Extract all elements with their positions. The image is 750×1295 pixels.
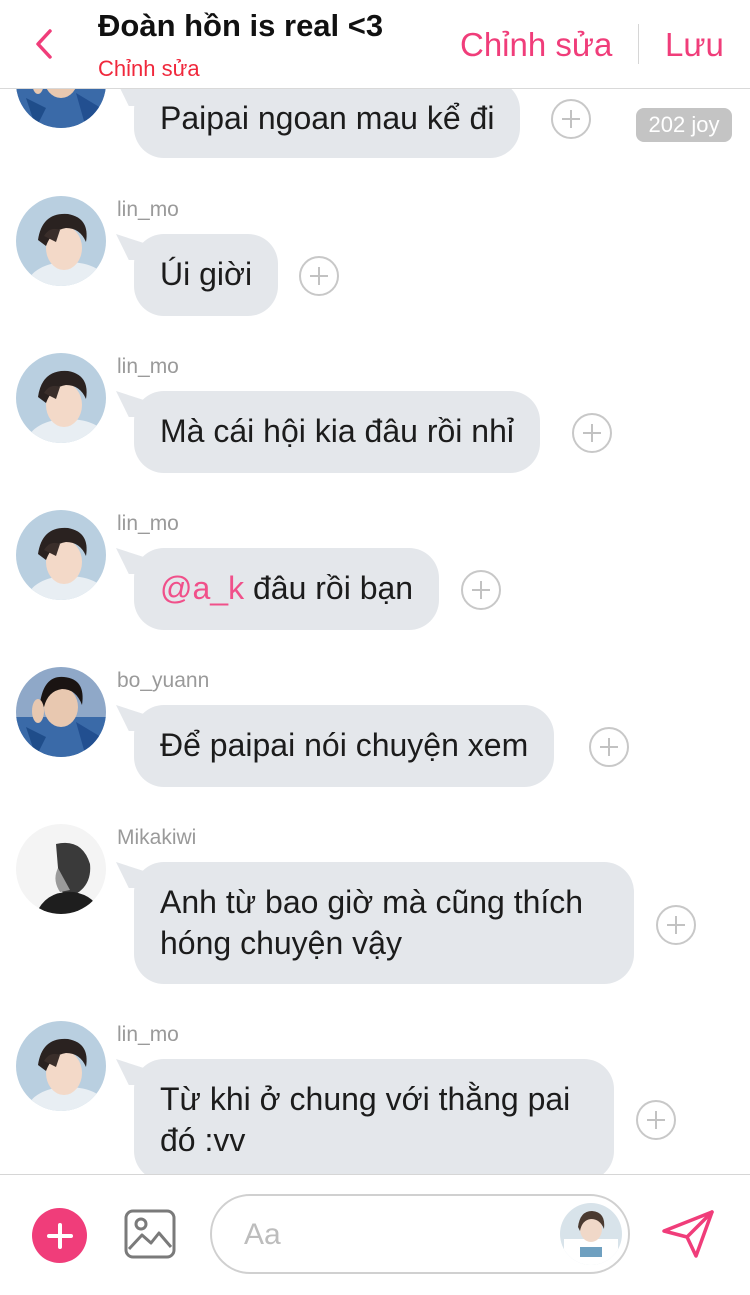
sender-name: bo_yuann: [117, 669, 210, 692]
header-divider: [638, 24, 639, 64]
save-button[interactable]: Lưu: [665, 26, 724, 64]
plus-icon: [310, 267, 328, 285]
image-button[interactable]: [124, 1209, 176, 1264]
avatar[interactable]: [16, 1021, 106, 1111]
sender-name: lin_mo: [117, 355, 179, 378]
message-input[interactable]: [242, 1212, 546, 1258]
plus-icon: [583, 424, 601, 442]
plus-icon: [647, 1111, 665, 1129]
add-reaction-button[interactable]: [636, 1100, 676, 1140]
sender-name: lin_mo: [117, 1023, 179, 1046]
message-bubble[interactable]: Từ khi ở chung với thằng pai đó :vv: [134, 1059, 614, 1181]
message-text: Từ khi ở chung với thằng pai đó :vv: [160, 1081, 571, 1158]
avatar[interactable]: [16, 824, 106, 914]
add-reaction-button[interactable]: [572, 413, 612, 453]
message-bubble[interactable]: Paipai ngoan mau kể đi: [134, 80, 521, 158]
joy-badge: 202 joy: [636, 108, 732, 142]
image-icon: [124, 1209, 176, 1259]
sender-name: lin_mo: [117, 512, 179, 535]
chevron-left-icon: [36, 29, 52, 59]
add-reaction-button[interactable]: [656, 905, 696, 945]
message-bubble[interactable]: Mà cái hội kia đâu rồi nhỉ: [134, 391, 540, 473]
plus-icon: [46, 1222, 73, 1249]
message-bubble[interactable]: @a_k đâu rồi bạn: [134, 548, 440, 630]
send-button[interactable]: [660, 1209, 716, 1264]
send-icon: [662, 1210, 714, 1258]
message-text: đâu rồi bạn: [244, 570, 414, 606]
add-reaction-button[interactable]: [461, 570, 501, 610]
add-button[interactable]: [32, 1208, 87, 1263]
message-text: Anh từ bao giờ mà cũng thích hóng chuyện…: [160, 884, 584, 961]
message-bubble[interactable]: Úi giời: [134, 234, 279, 316]
message-bubble[interactable]: Để paipai nói chuyện xem: [134, 705, 555, 787]
plus-icon: [562, 110, 580, 128]
sender-name: lin_mo: [117, 198, 179, 221]
composer-bar: [0, 1174, 750, 1295]
message-bubble[interactable]: Anh từ bao giờ mà cũng thích hóng chuyện…: [134, 862, 634, 984]
chat-title: Đoàn hồn is real <3: [98, 8, 384, 43]
avatar[interactable]: [16, 510, 106, 600]
plus-icon: [600, 738, 618, 756]
add-reaction-button[interactable]: [589, 727, 629, 767]
message-text: Paipai ngoan mau kể đi: [160, 100, 495, 136]
message-text: Để paipai nói chuyện xem: [160, 727, 529, 763]
sender-name: Mikakiwi: [117, 826, 197, 849]
avatar[interactable]: [16, 667, 106, 757]
chat-header: Đoàn hồn is real <3 Chỉnh sửa Chỉnh sửa …: [0, 0, 750, 89]
message-input-wrapper: [210, 1194, 630, 1274]
user-avatar[interactable]: [560, 1203, 622, 1265]
chat-subtitle[interactable]: Chỉnh sửa: [98, 56, 200, 82]
plus-icon: [472, 581, 490, 599]
message-text: Mà cái hội kia đâu rồi nhỉ: [160, 413, 514, 449]
edit-button[interactable]: Chỉnh sửa: [460, 26, 612, 64]
add-reaction-button[interactable]: [299, 256, 339, 296]
message-text: Úi giời: [160, 256, 253, 292]
avatar[interactable]: [16, 196, 106, 286]
plus-icon: [667, 916, 685, 934]
back-button[interactable]: [28, 24, 60, 64]
avatar[interactable]: [16, 353, 106, 443]
mention-link[interactable]: @a_k: [160, 570, 244, 606]
add-reaction-button[interactable]: [551, 99, 591, 139]
